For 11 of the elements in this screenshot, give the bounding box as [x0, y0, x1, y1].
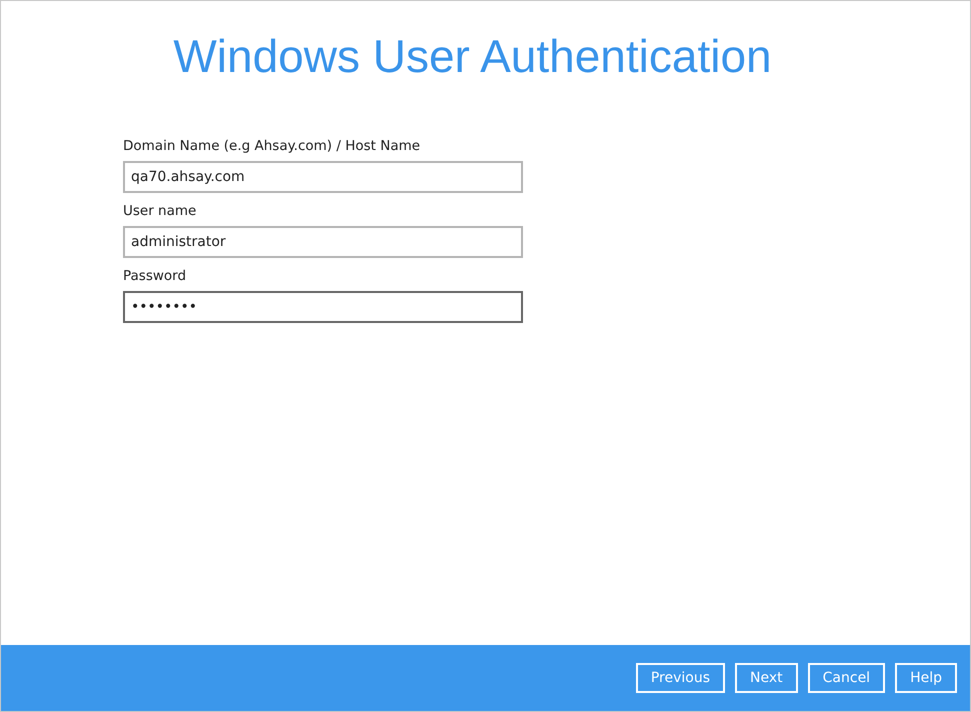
field-label: User name [123, 202, 198, 220]
footer-button[interactable]: Previous [636, 663, 726, 693]
input-field[interactable]: qa70.ahsay.com [123, 161, 523, 193]
field-label: Password [123, 267, 188, 285]
input-field[interactable]: administrator [123, 226, 523, 258]
footer-button[interactable]: Help [895, 663, 957, 693]
field-label: Domain Name (e.g Ahsay.com) / Host Name [123, 137, 422, 155]
footer-button[interactable]: Next [735, 663, 798, 693]
page-title: Windows User Authentication [172, 29, 773, 84]
input-field[interactable]: •••••••• [123, 291, 523, 323]
footer-button[interactable]: Cancel [808, 663, 886, 693]
